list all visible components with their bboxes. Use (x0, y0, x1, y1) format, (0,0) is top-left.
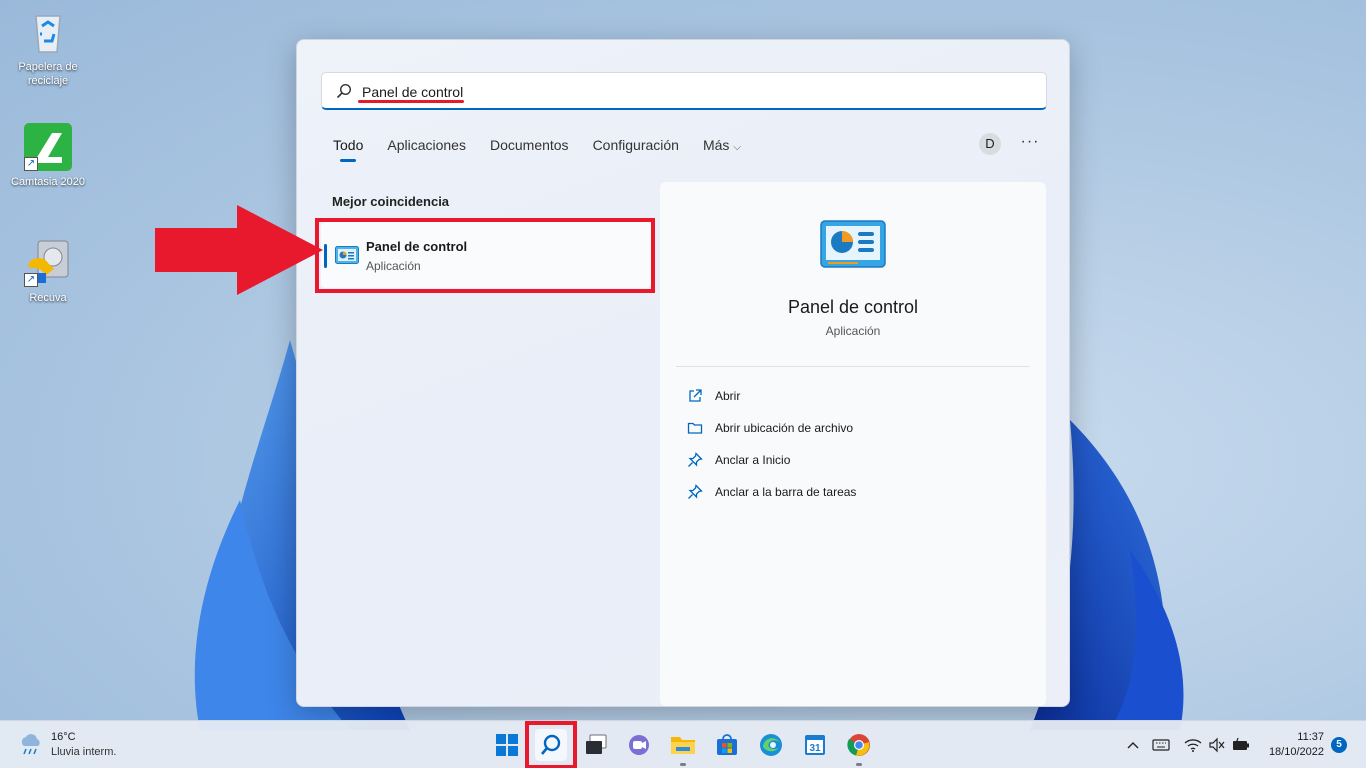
chevron-down-icon: ⌵ (733, 142, 741, 153)
chat-button[interactable] (623, 729, 655, 761)
clock-time: 11:37 (1297, 731, 1324, 743)
action-abrir[interactable]: Abrir (687, 384, 1017, 408)
shortcut-arrow-icon: ↗ (24, 157, 38, 171)
best-match-heading: Mejor coincidencia (332, 194, 450, 209)
divider (676, 366, 1030, 367)
task-view-icon (586, 734, 607, 754)
search-filter-tabs: Todo Aplicaciones Documentos Configuraci… (333, 137, 765, 167)
chrome-button[interactable] (843, 729, 875, 761)
store-icon (717, 734, 737, 755)
tab-mas[interactable]: Más ⌵ (703, 137, 741, 165)
running-indicator (680, 763, 686, 766)
red-highlight-box (525, 721, 577, 768)
speaker-muted-icon[interactable] (1208, 735, 1226, 755)
desktop-icon-camtasia[interactable]: ↗ Camtasia 2020 (6, 123, 90, 189)
recuva-icon: ↗ (24, 239, 72, 287)
open-external-icon (689, 389, 702, 402)
chevron-up-icon[interactable] (1126, 735, 1140, 755)
red-highlight-box (315, 218, 655, 293)
taskbar: 16°C Lluvia interm. 31 11:37 18/10/2022 … (0, 720, 1366, 768)
file-explorer-button[interactable] (667, 729, 699, 761)
clock-date: 18/10/2022 (1268, 746, 1324, 758)
red-arrow-annotation (155, 205, 323, 295)
rain-cloud-icon (21, 734, 40, 755)
action-label: Abrir (715, 389, 741, 403)
weather-widget[interactable]: 16°C Lluvia interm. (18, 730, 158, 762)
search-box[interactable] (321, 72, 1047, 110)
action-abrir-ubicacion[interactable]: Abrir ubicación de archivo (687, 416, 1017, 440)
tab-todo[interactable]: Todo (333, 137, 363, 165)
tab-aplicaciones[interactable]: Aplicaciones (387, 137, 466, 165)
tab-label: Configuración (592, 137, 679, 153)
start-button[interactable] (491, 729, 523, 761)
chrome-browser-icon (847, 734, 870, 756)
pin-icon (688, 452, 703, 467)
folder-icon (687, 422, 703, 434)
tab-documentos[interactable]: Documentos (490, 137, 569, 165)
pin-icon (688, 484, 703, 499)
control-panel-icon (820, 220, 886, 268)
desktop-icon-recycle-bin[interactable]: Papelera de reciclaje (6, 8, 90, 88)
action-label: Abrir ubicación de archivo (715, 421, 854, 435)
teams-chat-icon (629, 735, 649, 755)
search-panel: Todo Aplicaciones Documentos Configuraci… (296, 39, 1070, 707)
action-anclar-barra[interactable]: Anclar a la barra de tareas (687, 480, 1017, 504)
windows-logo-icon (496, 734, 518, 756)
detail-app-name: Panel de control (787, 297, 919, 317)
search-icon (336, 83, 352, 99)
notification-badge[interactable]: 5 (1331, 737, 1347, 753)
tab-label: Todo (333, 137, 364, 153)
action-label: Anclar a la barra de tareas (715, 485, 857, 499)
detail-pane: Panel de control Aplicación Abrir Abrir … (660, 182, 1046, 706)
tab-configuracion[interactable]: Configuración (593, 137, 679, 165)
more-options-button[interactable]: ··· (1019, 132, 1041, 154)
system-clock[interactable]: 11:37 18/10/2022 (1262, 730, 1324, 760)
tab-label: Aplicaciones (387, 137, 466, 153)
task-view-button[interactable] (580, 729, 612, 761)
wifi-icon[interactable] (1184, 735, 1202, 755)
weather-condition: Lluvia interm. (51, 746, 117, 758)
store-button[interactable] (711, 729, 743, 761)
weather-temperature: 16°C (51, 731, 76, 743)
desktop-icon-recuva[interactable]: ↗ Recuva (6, 239, 90, 305)
calendar-icon: 31 (805, 735, 825, 755)
desktop-icon-label: Recuva (29, 292, 67, 304)
tab-label: Documentos (489, 137, 569, 153)
edge-button[interactable] (755, 729, 787, 761)
calendar-button[interactable]: 31 (799, 729, 831, 761)
desktop-icon-label: Camtasia 2020 (11, 176, 85, 188)
recycle-bin-icon (24, 8, 72, 56)
keyboard-icon[interactable] (1152, 735, 1170, 755)
tab-label: Más (702, 137, 730, 153)
detail-app-type: Aplicación (825, 324, 881, 338)
running-indicator (856, 763, 862, 766)
battery-charging-icon[interactable] (1232, 735, 1250, 755)
action-label: Anclar a Inicio (715, 453, 791, 467)
desktop-icon-label: Papelera de reciclaje (18, 61, 78, 87)
calendar-day: 31 (809, 743, 821, 754)
action-anclar-inicio[interactable]: Anclar a Inicio (687, 448, 1017, 472)
shortcut-arrow-icon: ↗ (24, 273, 38, 287)
camtasia-icon: ↗ (24, 123, 72, 171)
account-avatar[interactable]: D (979, 133, 1001, 155)
edge-browser-icon (760, 734, 782, 756)
red-underline-annotation (358, 100, 464, 103)
folder-icon (671, 737, 695, 754)
